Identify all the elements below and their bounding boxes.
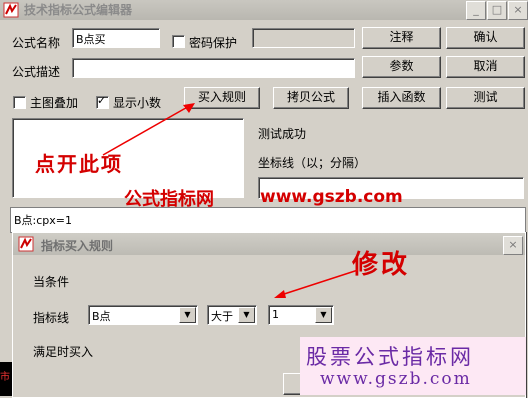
dialog-close-button[interactable]: × [503, 236, 523, 255]
cancel-button[interactable]: 取消 [446, 56, 525, 78]
password-checkbox[interactable] [172, 35, 185, 48]
dialog-title-bar: 指标买入规则 × [13, 233, 525, 255]
test-result-text: 测试成功 [258, 127, 307, 141]
dialog-app-icon [18, 236, 34, 252]
maximize-button[interactable]: □ [487, 1, 507, 20]
watermark: 股票公式指标网 www.gszb.com [300, 337, 526, 395]
insert-function-button[interactable]: 插入函数 [362, 87, 441, 109]
arrow-annotation-2 [274, 269, 359, 298]
formula-name-value: B点买 [76, 33, 106, 46]
watermark-title: 股票公式指标网 [306, 345, 474, 369]
code-line: B点:cpx=1 [14, 214, 73, 227]
password-label: 密码保护 [189, 36, 238, 50]
title-bar: 技术指标公式编辑器 _ □ × [0, 0, 528, 20]
copy-formula-button[interactable]: 拷贝公式 [273, 87, 349, 109]
main-overlay-label: 主图叠加 [30, 96, 79, 110]
chevron-down-icon[interactable]: ▼ [238, 307, 255, 323]
site-url-annotation: www.gszb.com [260, 187, 403, 207]
minimize-button[interactable]: _ [466, 1, 486, 20]
operator-select[interactable]: 大于 ▼ [207, 305, 257, 325]
operator-select-value: 大于 [211, 310, 233, 323]
test-button[interactable]: 测试 [446, 87, 525, 109]
watermark-url: www.gszb.com [320, 369, 472, 389]
formula-desc-input[interactable] [72, 58, 355, 78]
dialog-title: 指标买入规则 [41, 239, 114, 253]
click-here-annotation: 点开此项 [35, 152, 123, 176]
indicator-label: 指标线 [33, 311, 70, 325]
formula-desc-label: 公式描述 [12, 65, 61, 79]
window-title: 技术指标公式编辑器 [24, 3, 133, 17]
password-input[interactable] [252, 28, 355, 48]
confirm-button[interactable]: 确认 [446, 27, 525, 49]
chevron-down-icon[interactable]: ▼ [179, 307, 196, 323]
formula-name-label: 公式名称 [12, 36, 61, 50]
condition-label: 当条件 [33, 275, 70, 289]
chevron-down-icon[interactable]: ▼ [315, 307, 332, 323]
close-button[interactable]: × [508, 1, 528, 20]
threshold-select-value: 1 [272, 308, 279, 321]
formula-name-input[interactable]: B点买 [72, 28, 160, 48]
indicator-select-value: B点 [92, 310, 111, 323]
coord-line-label: 坐标线（以；分隔） [258, 156, 367, 170]
indicator-select[interactable]: B点 ▼ [88, 305, 198, 325]
main-overlay-checkbox[interactable] [13, 96, 26, 109]
params-button[interactable]: 参数 [362, 56, 441, 78]
annotate-button[interactable]: 注释 [362, 27, 441, 49]
app-icon [3, 2, 19, 18]
threshold-select[interactable]: 1 ▼ [268, 305, 334, 325]
code-editor[interactable]: B点:cpx=1 [10, 207, 526, 233]
buy-when-met-label: 满足时买入 [33, 345, 94, 359]
